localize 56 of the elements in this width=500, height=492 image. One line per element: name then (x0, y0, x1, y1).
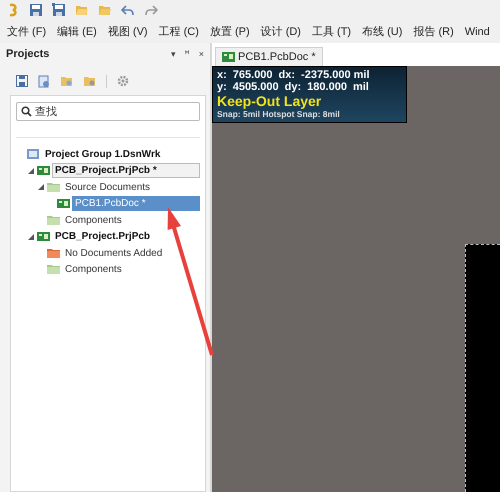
save-icon[interactable] (16, 75, 28, 87)
tree-item[interactable]: Source Documents (62, 180, 154, 195)
settings-icon[interactable] (117, 75, 129, 87)
coordinate-text: -2375.000 mil (301, 69, 370, 81)
menu-item[interactable]: 设计 (D) (260, 24, 301, 39)
folder-icon (47, 248, 60, 259)
menu-item[interactable]: 文件 (F) (7, 24, 46, 39)
search-field[interactable]: 查找 (16, 102, 200, 121)
coordinate-text: 180.000 (307, 81, 347, 93)
redo-icon[interactable] (144, 3, 158, 17)
search-icon (21, 106, 32, 117)
coordinate-text: 765.000 (232, 69, 273, 81)
folder-icon (47, 214, 60, 226)
coordinate-text: x: (217, 69, 227, 81)
save-all-icon[interactable] (52, 3, 66, 17)
coordinate-text: y: (217, 81, 227, 93)
tree-item[interactable]: No Documents Added (62, 246, 166, 261)
menu-item[interactable]: 放置 (P) (210, 24, 250, 39)
panel-control[interactable]: ▾ (171, 48, 176, 60)
coordinate-text: dx: (278, 69, 296, 81)
snap-text: Snap: 5mil Hotspot Snap: 8mil (217, 109, 341, 119)
expand-arrow-icon[interactable] (38, 184, 44, 190)
workspace-icon (27, 148, 40, 160)
expand-arrow-icon[interactable] (28, 234, 34, 240)
tree-item[interactable]: PCB_Project.PrjPcb * (52, 163, 200, 178)
folder-icon (47, 182, 60, 193)
document-icon[interactable] (38, 74, 50, 88)
menu-item[interactable]: 编辑 (E) (57, 24, 97, 39)
menu-item[interactable]: 布线 (U) (362, 24, 402, 39)
folder-icon (47, 264, 60, 276)
save-icon[interactable] (29, 3, 43, 17)
coordinate-text: 4505.000 (232, 81, 279, 93)
menu-item[interactable]: Wind (464, 26, 490, 38)
undo-icon[interactable] (121, 3, 135, 17)
menu-item[interactable]: 工具 (T) (312, 24, 352, 39)
folder-icon[interactable] (60, 75, 73, 87)
expand-arrow-icon[interactable] (28, 168, 34, 174)
menu-item[interactable]: 工程 (C) (158, 24, 199, 39)
menu-item[interactable]: 视图 (V) (108, 24, 148, 39)
board-icon (222, 52, 235, 62)
tree-item[interactable]: Components (62, 212, 125, 228)
project-icon (37, 165, 50, 176)
layer-name: Keep-Out Layer (217, 93, 322, 109)
tree-item[interactable]: PCB_Project.PrjPcb (52, 229, 154, 244)
folder-icon[interactable] (83, 75, 96, 87)
panel-control[interactable]: × (198, 48, 204, 60)
project-icon (37, 231, 50, 242)
tree-item[interactable]: Components (62, 262, 125, 278)
coordinate-text: dy: (284, 81, 302, 93)
panel-control[interactable]: ꟸ (184, 48, 190, 60)
coordinate-text: mil (352, 81, 369, 93)
menu-item[interactable]: 报告 (R) (413, 24, 454, 39)
board-icon (57, 198, 70, 210)
panel-title: Projects (6, 48, 50, 60)
tree-item[interactable]: Project Group 1.DsnWrk (42, 146, 164, 162)
document-tab[interactable]: PCB1.PcbDoc * (215, 47, 323, 66)
